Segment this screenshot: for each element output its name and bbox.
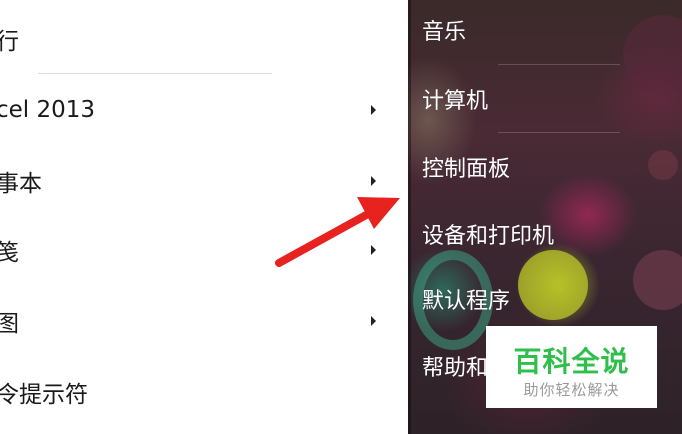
triangle-right-icon[interactable] xyxy=(371,245,376,255)
watermark-badge: 百科全说 助你轻松解决 xyxy=(486,326,657,408)
program-item-label: 行 xyxy=(0,29,19,55)
start-menu-screenshot: 行 cel 2013 事本 笺 图 令提示符 音乐 计算机 控制面板 设备和打印… xyxy=(0,0,682,434)
program-item-paint[interactable]: 图 xyxy=(0,299,396,343)
places-item-label: 控制面板 xyxy=(422,157,511,182)
places-item-control-panel[interactable]: 控制面板 xyxy=(422,145,672,189)
watermark-subtitle: 助你轻松解决 xyxy=(523,381,620,399)
places-item-label: 计算机 xyxy=(422,89,489,114)
places-item-label: 音乐 xyxy=(422,20,467,45)
program-item-run[interactable]: 行 xyxy=(0,17,396,61)
program-item-label: 令提示符 xyxy=(0,382,88,408)
places-item-devices-printers[interactable]: 设备和打印机 xyxy=(422,212,672,256)
places-item-music[interactable]: 音乐 xyxy=(422,8,672,52)
places-item-label: 设备和打印机 xyxy=(422,224,555,249)
program-item-excel-2013[interactable]: cel 2013 xyxy=(0,88,396,132)
places-item-default-programs[interactable]: 默认程序 xyxy=(422,277,672,321)
places-separator xyxy=(498,132,620,133)
program-item-notepad[interactable]: 事本 xyxy=(0,159,396,203)
program-item-label: cel 2013 xyxy=(0,97,96,123)
places-item-label: 帮助和 xyxy=(422,356,489,381)
programs-list-pane: 行 cel 2013 事本 笺 图 令提示符 xyxy=(0,0,408,434)
places-item-computer[interactable]: 计算机 xyxy=(422,77,672,121)
program-item-command-prompt[interactable]: 令提示符 xyxy=(0,370,396,414)
places-separator xyxy=(498,64,620,65)
program-item-label: 笺 xyxy=(0,240,19,266)
watermark-title: 百科全说 xyxy=(513,345,630,378)
triangle-right-icon[interactable] xyxy=(371,316,376,326)
triangle-right-icon[interactable] xyxy=(371,176,376,186)
program-item-label: 图 xyxy=(0,311,19,337)
places-item-label: 默认程序 xyxy=(422,289,511,314)
program-item-sticky-notes[interactable]: 笺 xyxy=(0,228,396,272)
pane-divider xyxy=(408,0,411,434)
program-item-label: 事本 xyxy=(0,171,42,197)
triangle-right-icon[interactable] xyxy=(371,105,376,115)
programs-separator xyxy=(38,73,272,74)
